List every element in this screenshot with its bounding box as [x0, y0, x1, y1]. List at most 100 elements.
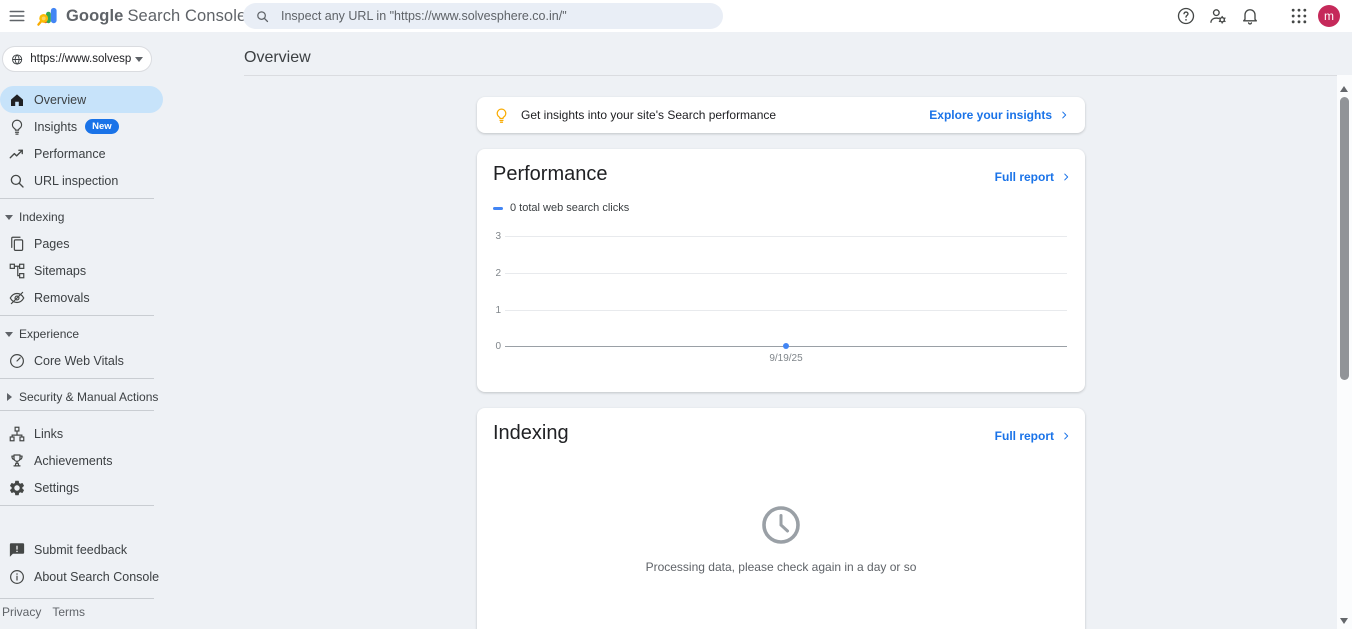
sidebar-item-sitemaps[interactable]: Sitemaps — [0, 257, 163, 284]
new-badge: New — [85, 119, 119, 134]
url-inspect-input[interactable] — [281, 9, 701, 23]
app-title: GoogleSearch Console — [66, 7, 246, 26]
trending-up-icon — [8, 145, 26, 163]
sidebar-section-security-manual-actions[interactable]: Security & Manual Actions — [0, 388, 163, 406]
sidebar-item-core-web-vitals[interactable]: Core Web Vitals — [0, 347, 163, 374]
scroll-up-arrow-icon[interactable] — [1340, 86, 1348, 92]
chevron-right-icon — [1061, 431, 1071, 441]
chevron-down-icon — [135, 57, 143, 62]
brand[interactable]: GoogleSearch Console — [36, 0, 246, 32]
insights-banner-text: Get insights into your site's Search per… — [521, 108, 929, 122]
notifications-bell-icon[interactable] — [1240, 6, 1260, 26]
sidebar-item-overview[interactable]: Overview — [0, 86, 163, 113]
sidebar-item-pages[interactable]: Pages — [0, 230, 163, 257]
chart-legend: 0 total web search clicks — [493, 202, 629, 214]
sidebar-item-about-search-console[interactable]: About Search Console — [0, 563, 163, 590]
performance-card-title: Performance — [493, 163, 608, 186]
caret-down-icon — [5, 332, 13, 337]
links-tree-icon — [8, 425, 26, 443]
y-axis-tick: 2 — [477, 268, 501, 279]
lightbulb-icon — [8, 118, 26, 136]
sidebar-divider — [0, 598, 154, 599]
gear-icon — [8, 479, 26, 497]
clock-pending-icon — [759, 503, 803, 547]
sidebar-section-experience[interactable]: Experience — [0, 325, 163, 343]
chevron-right-icon — [1059, 110, 1069, 120]
sidebar-item-label: URL inspection — [34, 174, 118, 188]
sidebar-item-insights[interactable]: Insights New — [0, 113, 163, 140]
magnifier-icon — [8, 172, 26, 190]
data-point[interactable] — [783, 343, 789, 349]
app-title-google: Google — [66, 7, 123, 25]
property-selector-value: https://www.solvesphe... — [30, 53, 131, 65]
sidebar-item-label: Pages — [34, 237, 69, 251]
sidebar-item-achievements[interactable]: Achievements — [0, 447, 163, 474]
sidebar-item-url-inspection[interactable]: URL inspection — [0, 167, 163, 194]
pages-icon — [8, 235, 26, 253]
processing-message: Processing data, please check again in a… — [477, 560, 1085, 574]
title-divider — [244, 75, 1337, 76]
sidebar-divider — [0, 378, 154, 379]
trophy-icon — [8, 452, 26, 470]
insights-banner: Get insights into your site's Search per… — [477, 97, 1085, 133]
caret-down-icon — [5, 215, 13, 220]
gridline — [505, 310, 1067, 311]
x-axis-tick: 9/19/25 — [769, 353, 802, 364]
sidebar-item-label: Overview — [34, 93, 86, 107]
sidebar-divider — [0, 410, 154, 411]
sidebar-menu: Overview Insights New Performance URL in… — [0, 86, 163, 619]
sidebar-item-removals[interactable]: Removals — [0, 284, 163, 311]
search-console-logo-icon — [36, 5, 59, 28]
globe-icon — [11, 52, 23, 67]
sidebar-item-links[interactable]: Links — [0, 420, 163, 447]
sitemap-icon — [8, 262, 26, 280]
scrollbar[interactable] — [1337, 75, 1352, 629]
sidebar-item-label: Achievements — [34, 454, 113, 468]
explore-insights-label: Explore your insights — [929, 108, 1052, 122]
sidebar-divider — [0, 315, 154, 316]
sidebar-item-submit-feedback[interactable]: Submit feedback — [0, 536, 163, 563]
scroll-down-arrow-icon[interactable] — [1340, 618, 1348, 624]
terms-link[interactable]: Terms — [52, 605, 85, 619]
sidebar-item-label: Insights — [34, 120, 77, 134]
sidebar-item-performance[interactable]: Performance — [0, 140, 163, 167]
chevron-right-icon — [1061, 172, 1071, 182]
feedback-icon — [8, 541, 26, 559]
indexing-full-report-link[interactable]: Full report — [995, 429, 1071, 443]
home-icon — [8, 91, 26, 109]
scrollbar-thumb[interactable] — [1340, 97, 1349, 380]
hamburger-menu-icon[interactable] — [8, 7, 26, 25]
explore-insights-link[interactable]: Explore your insights — [929, 108, 1069, 122]
legend-swatch — [493, 207, 503, 210]
sidebar-section-indexing[interactable]: Indexing — [0, 208, 163, 226]
y-axis-tick: 0 — [477, 341, 501, 352]
full-report-label: Full report — [995, 429, 1054, 443]
full-report-label: Full report — [995, 170, 1054, 184]
performance-card: Performance Full report 0 total web sear… — [477, 149, 1085, 392]
google-apps-grid-icon[interactable] — [1289, 6, 1309, 26]
caret-right-icon — [7, 393, 12, 401]
sidebar-item-label: About Search Console — [34, 570, 159, 584]
sidebar-item-settings[interactable]: Settings — [0, 474, 163, 501]
privacy-link[interactable]: Privacy — [2, 605, 41, 619]
sidebar-item-label: Performance — [34, 147, 106, 161]
sidebar-item-label: Removals — [34, 291, 90, 305]
account-avatar[interactable]: m — [1318, 5, 1340, 27]
section-label: Experience — [19, 327, 79, 341]
indexing-card-title: Indexing — [493, 422, 569, 445]
property-selector[interactable]: https://www.solvesphe... — [2, 46, 152, 72]
sidebar-divider — [0, 198, 154, 199]
gridline — [505, 236, 1067, 237]
sidebar-item-label: Core Web Vitals — [34, 354, 124, 368]
help-icon[interactable] — [1176, 6, 1196, 26]
performance-full-report-link[interactable]: Full report — [995, 170, 1071, 184]
manage-users-icon[interactable] — [1208, 6, 1228, 26]
app-title-product: Search Console — [127, 7, 246, 25]
sidebar-item-label: Submit feedback — [34, 543, 127, 557]
sidebar-divider — [0, 505, 154, 506]
search-icon — [255, 9, 270, 24]
page-title: Overview — [244, 49, 311, 67]
url-inspect-search-bar[interactable] — [243, 3, 723, 29]
lightbulb-insights-icon — [493, 107, 510, 124]
y-axis-tick: 3 — [477, 231, 501, 242]
